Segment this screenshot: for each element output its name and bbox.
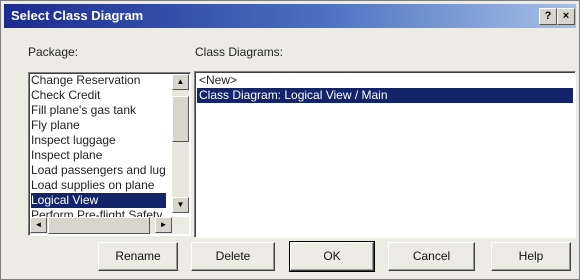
scrollbar-corner (172, 217, 189, 234)
vertical-scroll-thumb[interactable] (172, 96, 189, 142)
class-diagram-item[interactable]: <New> (197, 73, 573, 88)
delete-button[interactable]: Delete (191, 242, 275, 271)
help-icon[interactable]: ? (539, 8, 557, 25)
package-vertical-scrollbar[interactable]: ▲ ▼ (172, 74, 189, 213)
package-item[interactable]: Fly plane (31, 118, 166, 133)
package-list[interactable]: Change Reservation Check Credit Fill pla… (28, 72, 191, 236)
class-diagram-item-selected[interactable]: Class Diagram: Logical View / Main (197, 88, 573, 103)
scroll-up-icon[interactable]: ▲ (172, 74, 189, 90)
horizontal-scroll-thumb[interactable] (48, 217, 150, 234)
package-item[interactable]: Fill plane's gas tank (31, 103, 166, 118)
class-diagrams-label: Class Diagrams: (195, 45, 284, 59)
package-item[interactable]: Check Credit (31, 88, 166, 103)
package-horizontal-scrollbar[interactable]: ◄ ► (30, 217, 172, 234)
class-diagrams-list[interactable]: <New> Class Diagram: Logical View / Main (194, 71, 576, 238)
select-class-diagram-dialog: Select Class Diagram ? × Package: Class … (0, 0, 580, 280)
window-title: Select Class Diagram (11, 8, 144, 23)
package-label: Package: (28, 45, 79, 59)
package-item[interactable]: Change Reservation (31, 73, 166, 88)
help-button[interactable]: Help (491, 242, 571, 271)
scroll-right-icon[interactable]: ► (155, 217, 172, 233)
scroll-down-icon[interactable]: ▼ (172, 197, 189, 213)
package-item-selected[interactable]: Logical View (31, 193, 166, 208)
cancel-button[interactable]: Cancel (388, 242, 475, 271)
package-item[interactable]: Inspect plane (31, 148, 166, 163)
rename-button[interactable]: Rename (98, 242, 178, 271)
package-item[interactable]: Load supplies on plane (31, 178, 166, 193)
ok-button[interactable]: OK (289, 241, 375, 272)
close-icon[interactable]: × (557, 8, 575, 25)
title-bar[interactable]: Select Class Diagram ? × (4, 4, 576, 28)
package-item[interactable]: Load passengers and lug (31, 163, 166, 178)
scroll-left-icon[interactable]: ◄ (30, 217, 47, 233)
package-item[interactable]: Inspect luggage (31, 133, 166, 148)
